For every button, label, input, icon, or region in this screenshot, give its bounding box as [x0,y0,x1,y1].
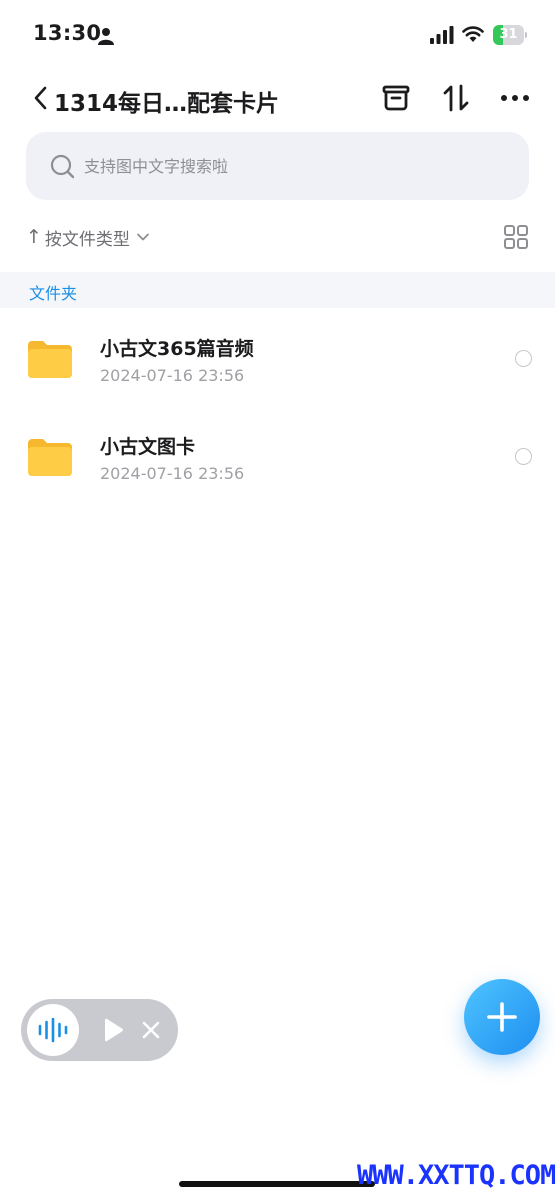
search-input[interactable] [84,150,504,182]
close-icon[interactable] [140,1019,162,1041]
wifi-icon [462,26,484,42]
audio-wave-button[interactable] [27,1004,79,1056]
archive-box-icon [382,85,410,111]
section-label: 文件夹 [29,284,78,303]
play-icon[interactable] [99,1017,125,1043]
battery-tip [525,32,527,38]
file-date: 2024-07-16 23:56 [100,464,245,483]
file-name: 小古文图卡 [100,436,196,458]
search-box[interactable] [26,132,529,200]
battery-body: 31 [493,25,524,45]
watermark: WWW.XXTTQ.COM [357,1160,555,1191]
file-name: 小古文365篇音频 [100,338,254,360]
file-date: 2024-07-16 23:56 [100,366,245,385]
sort-arrows-icon [443,84,469,112]
nav-bar: 1314每日…配套卡片 [0,74,555,124]
section-header-folders: 文件夹 [0,272,555,308]
battery-percent: 31 [499,27,518,42]
screen: 13:30 31 1314每日…配套卡片 支持图中文字搜索啦 ↑ 按文件类型 文… [0,0,555,1200]
grid-view-icon[interactable] [503,224,529,250]
plus-icon [487,1002,517,1032]
status-time: 13:30 [33,21,102,45]
sort-label: 按文件类型 [44,229,130,250]
chevron-down-icon [137,233,149,241]
sort-button[interactable] [440,82,472,114]
sort-direction-arrow: ↑ [26,226,42,248]
battery-indicator: 31 [493,25,527,45]
list-item[interactable]: 小古文图卡 2024-07-16 23:56 [0,408,555,500]
select-radio[interactable] [515,350,532,367]
folder-icon [28,341,72,378]
audio-player [21,999,178,1061]
person-icon [98,28,114,45]
signal-icon [430,26,454,44]
status-bar: 13:30 31 [0,0,555,70]
archive-button[interactable] [380,82,412,114]
ellipsis-icon [501,95,529,101]
list-item[interactable]: 小古文365篇音频 2024-07-16 23:56 [0,310,555,402]
sound-wave-icon [38,1017,68,1043]
select-radio[interactable] [515,448,532,465]
chevron-left-icon [34,86,47,110]
home-indicator[interactable] [179,1181,375,1187]
search-icon [50,154,75,179]
back-button[interactable] [28,82,52,114]
folder-icon [28,439,72,476]
sort-selector[interactable]: ↑ 按文件类型 [26,222,150,252]
page-title: 1314每日…配套卡片 [54,91,280,117]
add-button[interactable] [464,979,540,1055]
more-button[interactable] [499,82,531,114]
